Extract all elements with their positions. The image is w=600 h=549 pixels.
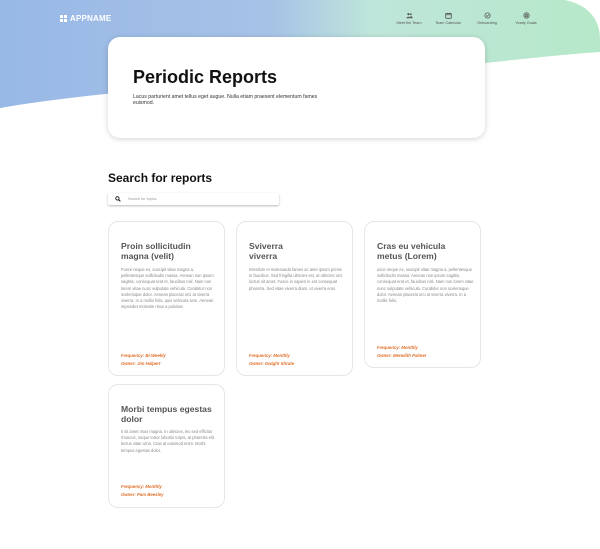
search-icon <box>115 196 121 202</box>
header-card: Periodic Reports Lacus parturient amet t… <box>108 37 485 138</box>
nav-item-meet-the-team[interactable]: Meet the Team <box>393 12 425 25</box>
nav-item-yearly-goals[interactable]: Yearly Goals <box>510 12 542 25</box>
report-frequency: Frequency: Monthly <box>249 353 290 358</box>
nav-item-label: Yearly Goals <box>515 21 537 25</box>
report-owner: Owner: Jim Halpert <box>121 361 161 366</box>
report-title: Sviverra viverra <box>249 241 283 261</box>
report-card[interactable]: Cras eu vehicula metus (Lorem) usce nequ… <box>364 221 481 368</box>
report-description: usce neque ex, suscipit vitae magna a, p… <box>377 267 474 304</box>
logo-grid-icon <box>60 15 67 22</box>
report-frequency: Frequency: Monthly <box>121 484 162 489</box>
report-owner: Owner: Meredith Palmer <box>377 353 427 358</box>
report-card[interactable]: Sviverra viverra Interdum et malesuada f… <box>236 221 353 376</box>
report-frequency: Frequency: Monthly <box>377 345 418 350</box>
report-frequency: Frequency: Bi-Weekly <box>121 353 166 358</box>
nav-item-label: Team Calendar <box>435 21 461 25</box>
report-description: it sit amet risus magna. In ultricies, l… <box>121 429 214 453</box>
report-owner: Owner: Pam Beesley <box>121 492 164 497</box>
nav-item-label: Onboarding <box>477 21 497 25</box>
search-box[interactable] <box>108 193 279 205</box>
search-input[interactable] <box>128 197 268 201</box>
report-card[interactable]: Morbi tempus egestas dolor it sit amet r… <box>108 384 225 508</box>
people-icon <box>405 12 413 19</box>
target-icon <box>522 12 530 19</box>
search-section-title: Search for reports <box>108 171 213 185</box>
report-title: Proin sollicitudin magna (velit) <box>121 241 191 261</box>
report-title: Morbi tempus egestas dolor <box>121 404 212 424</box>
report-title: Cras eu vehicula metus (Lorem) <box>377 241 446 261</box>
report-owner: Owner: Dwight Shrute <box>249 361 295 366</box>
app-name: APPNAME <box>70 14 112 23</box>
nav-item-label: Meet the Team <box>396 21 422 25</box>
report-card[interactable]: Proin sollicitudin magna (velit) Fusce n… <box>108 221 225 376</box>
nav-item-onboarding[interactable]: Onboarding <box>471 12 503 25</box>
report-description: Fusce neque ex, suscipit vitae magna a, … <box>121 267 214 310</box>
calendar-icon <box>444 12 452 19</box>
app-logo[interactable]: APPNAME <box>60 14 111 23</box>
top-nav: Meet the Team Team Calendar Onboarding Y… <box>393 12 542 25</box>
report-description: Interdum et malesuada fames ac ante ipsu… <box>249 267 343 291</box>
page-title: Periodic Reports <box>133 67 278 87</box>
page-subtitle: Lacus parturient amet tellus eget augue.… <box>133 94 318 106</box>
nav-item-team-calendar[interactable]: Team Calendar <box>432 12 464 25</box>
top-bar: APPNAME Meet the Team Team Calendar Onbo… <box>0 0 600 36</box>
badge-check-icon <box>483 12 491 19</box>
